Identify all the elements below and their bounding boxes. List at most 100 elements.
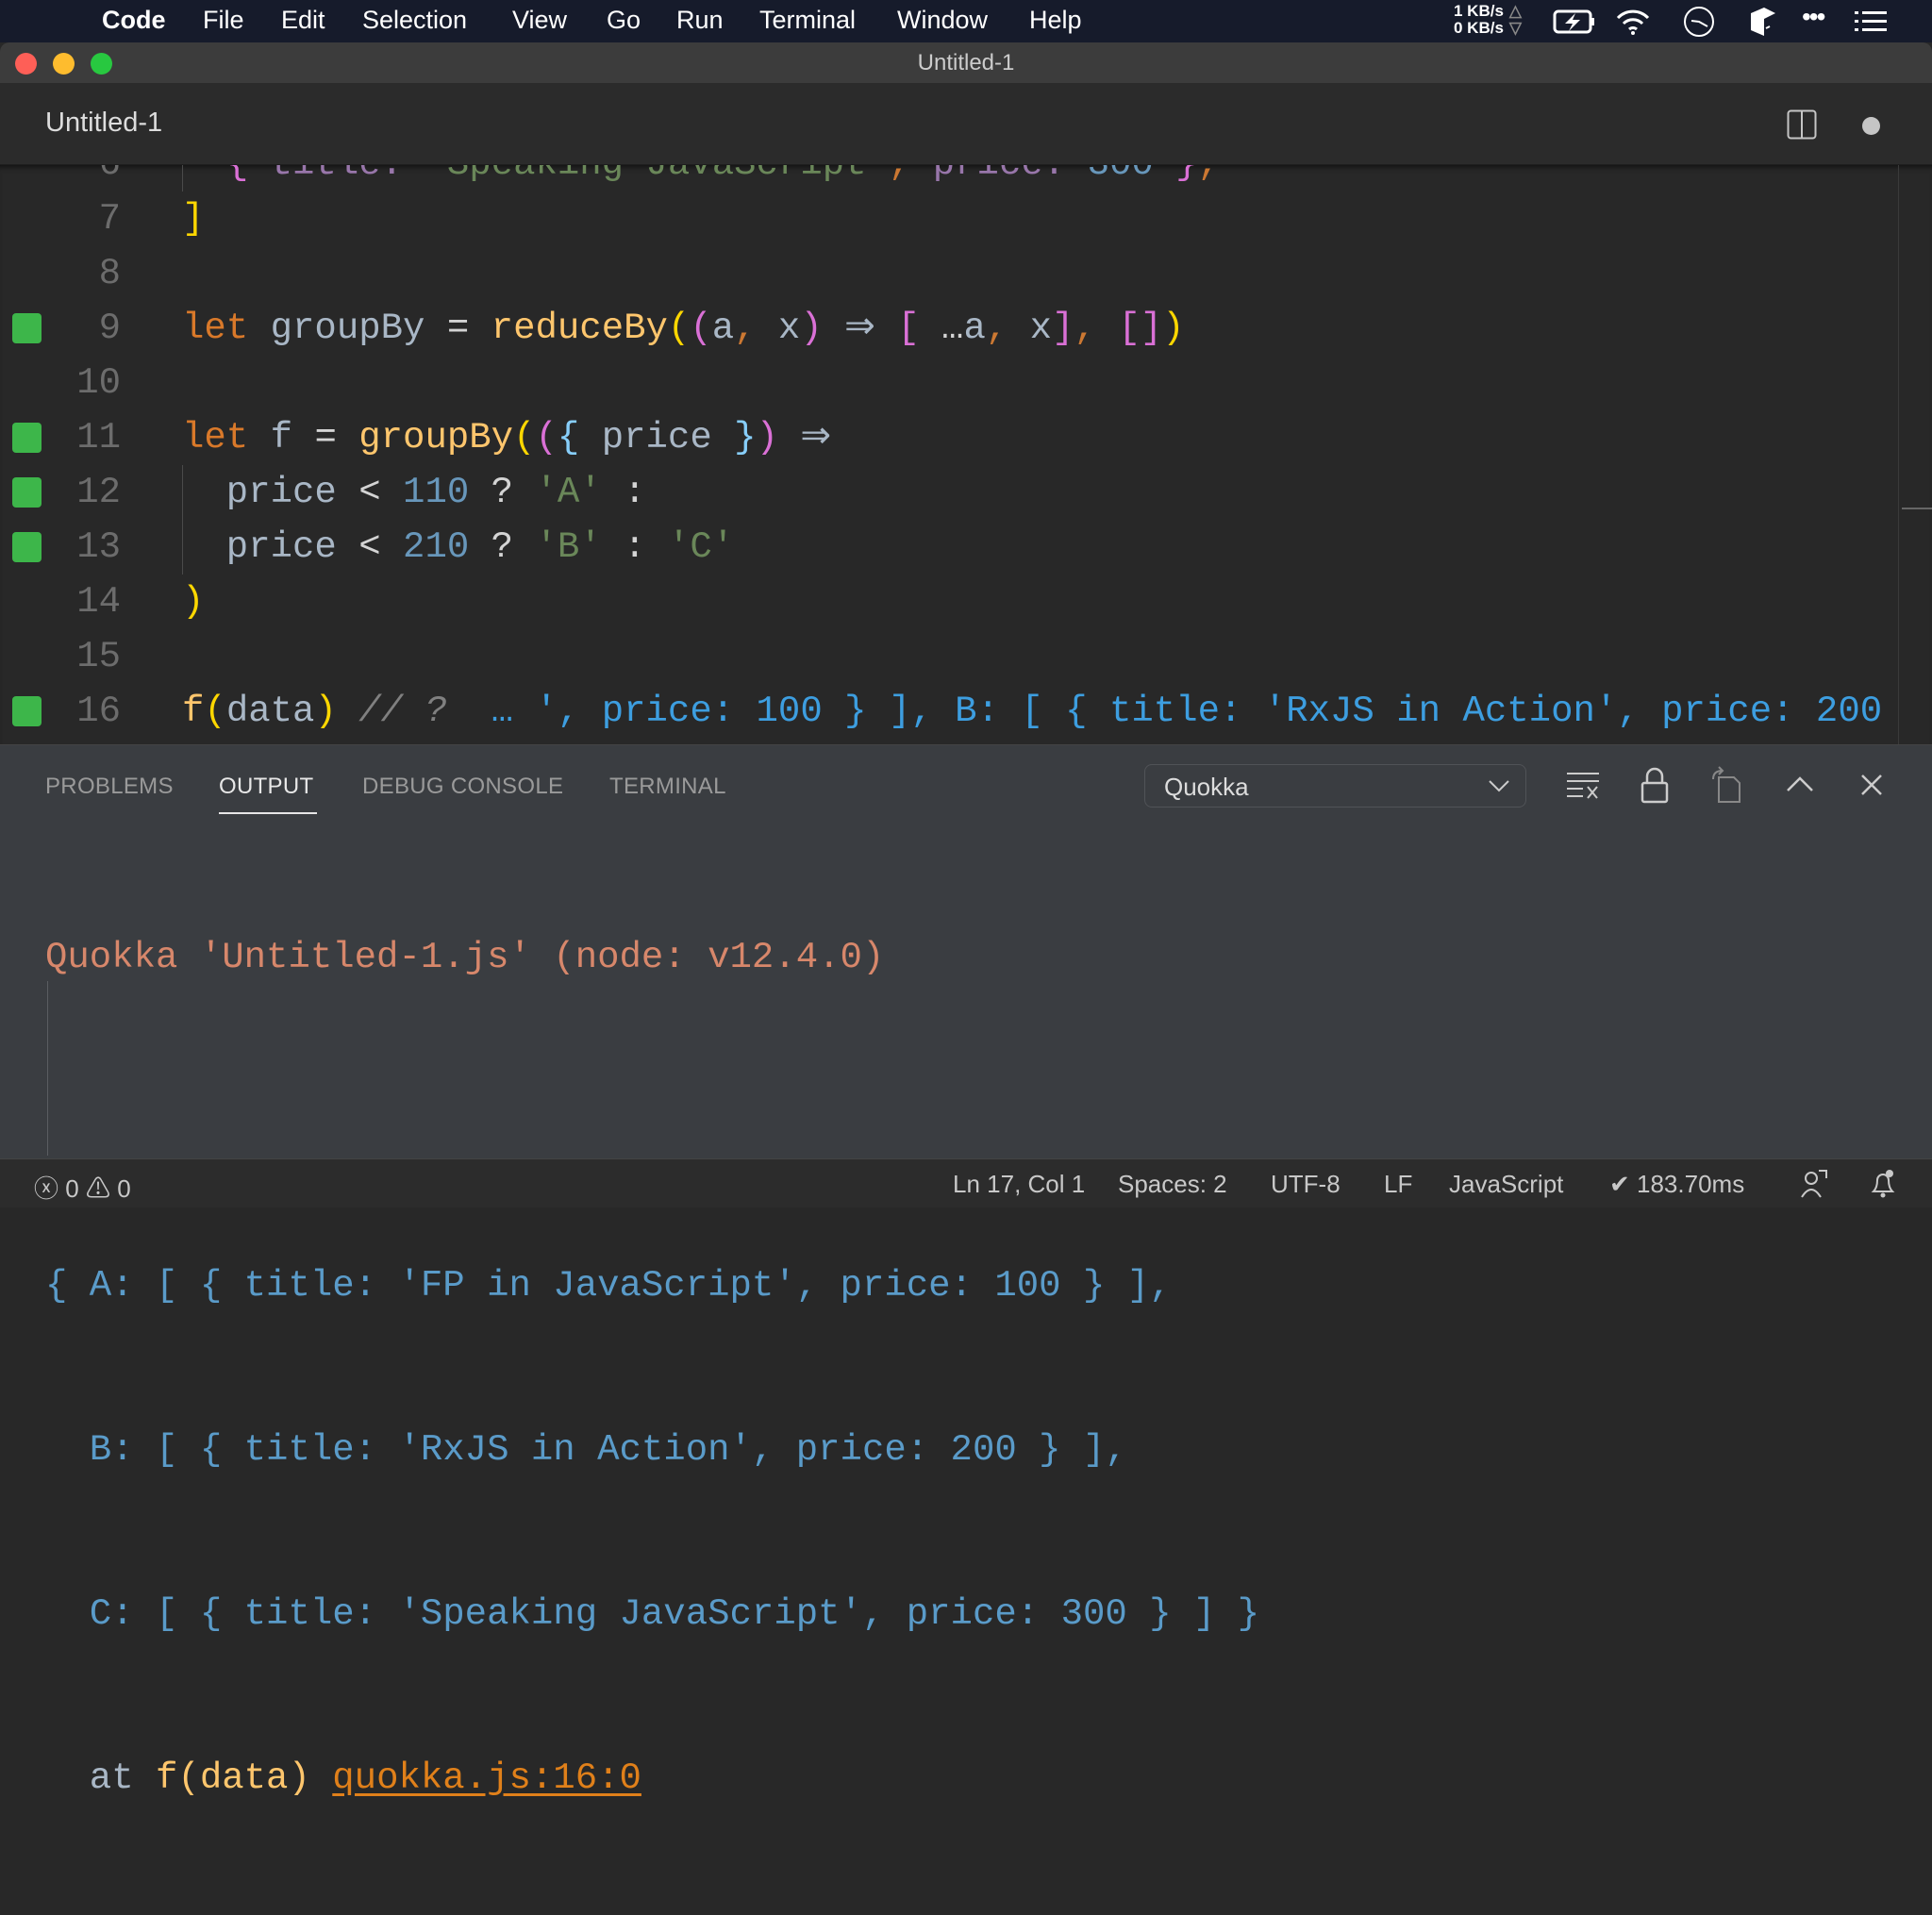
code-token: ] [182, 198, 205, 240]
indentation[interactable]: Spaces: 2 [1118, 1170, 1227, 1199]
source-location-link[interactable]: quokka.js:16:0 [332, 1757, 641, 1799]
code-line[interactable]: 14) [0, 574, 1932, 629]
open-output-file-icon[interactable] [1709, 766, 1747, 804]
more-icon[interactable]: ••• [1802, 2, 1825, 32]
code-line[interactable]: 13 price < 210 ? 'B' : 'C' [0, 520, 1932, 574]
quokka-timing[interactable]: ✔ 183.70ms [1609, 1170, 1744, 1199]
tab-output[interactable]: OUTPUT [219, 774, 313, 800]
code-line[interactable]: 8 [0, 246, 1932, 301]
active-tab-indicator [219, 812, 317, 814]
code-token: reduceBy [491, 308, 668, 349]
code-token: ( [513, 417, 536, 458]
output-line: { A: [ { title: 'FP in JavaScript', pric… [45, 1265, 1172, 1307]
editor-scrollbar[interactable] [1898, 165, 1899, 744]
feedback-person-icon[interactable] [1800, 1169, 1828, 1199]
end-of-line[interactable]: LF [1384, 1170, 1412, 1199]
notifications-bell-icon[interactable] [1870, 1169, 1896, 1199]
code-token: < [358, 472, 381, 513]
code-token: f [182, 691, 205, 732]
lock-icon[interactable] [1640, 766, 1677, 804]
menu-file[interactable]: File [203, 6, 244, 35]
menu-window[interactable]: Window [897, 6, 988, 35]
close-panel-icon[interactable] [1857, 766, 1894, 804]
line-number: 14 [76, 581, 121, 623]
code-line[interactable]: 10 [0, 356, 1932, 410]
code-editor[interactable]: 6 { title: 'Speaking JavaScript', price:… [0, 165, 1932, 744]
box-icon[interactable] [1749, 6, 1777, 38]
menu-go[interactable]: Go [607, 6, 641, 35]
code-line[interactable]: 12 price < 110 ? 'A' : [0, 465, 1932, 520]
window-title: Untitled-1 [917, 50, 1015, 75]
macos-menubar: Code File Edit Selection View Go Run Ter… [0, 0, 1932, 42]
wifi-icon[interactable] [1615, 8, 1651, 36]
output-at: at [45, 1757, 157, 1799]
encoding[interactable]: UTF-8 [1271, 1170, 1341, 1199]
output-channel-value: Quokka [1164, 773, 1249, 801]
list-icon[interactable] [1855, 11, 1889, 32]
code-line[interactable]: 11 let f = groupBy(({ price }) ⇒ [0, 410, 1932, 465]
menu-code[interactable]: Code [102, 6, 166, 35]
tab-debug-console[interactable]: DEBUG CONSOLE [362, 774, 563, 800]
code-token: … [919, 308, 964, 349]
code-token: 'A' [535, 472, 602, 513]
cursor-position[interactable]: Ln 17, Col 1 [953, 1170, 1085, 1199]
network-monitor[interactable]: 1 KB/s △ 0 KB/s ▽ [1454, 3, 1522, 37]
code-token: … ', price: 100 } ], B: [ { title: 'RxJS… [469, 691, 1883, 732]
code-token: ( [690, 308, 712, 349]
battery-charging-icon[interactable] [1553, 9, 1596, 34]
output-call: f(data) [156, 1757, 310, 1799]
code-token: a [963, 308, 986, 349]
code-token: , [1074, 308, 1096, 349]
code-token: ? [469, 472, 536, 513]
code-token: ) [182, 581, 205, 623]
code-text: price < 110 ? 'A' : [182, 465, 646, 520]
code-token: 110 [403, 472, 470, 513]
code-token: // ? [336, 691, 470, 732]
line-number: 7 [98, 198, 121, 240]
line-number: 16 [76, 691, 121, 732]
code-line[interactable]: 9 let groupBy = reduceBy((a, x) ⇒ [ …a, x… [0, 301, 1932, 356]
code-token: a [711, 308, 735, 349]
code-token: groupBy [248, 308, 447, 349]
error-count: 0 [65, 1174, 79, 1203]
output-content[interactable]: Quokka 'Untitled-1.js' (node: v12.4.0) {… [45, 821, 1259, 1915]
code-token: ) [1162, 308, 1185, 349]
code-line[interactable]: 7] [0, 192, 1932, 246]
code-token: price: [910, 165, 1087, 185]
unsaved-dot-icon[interactable] [1862, 117, 1880, 135]
code-token: : [601, 526, 668, 568]
clear-output-icon[interactable] [1564, 766, 1602, 804]
language-mode[interactable]: JavaScript [1449, 1170, 1563, 1199]
code-token: = [314, 417, 337, 458]
split-editor-icon[interactable] [1787, 109, 1817, 140]
line-number: 10 [76, 362, 121, 404]
code-line[interactable]: 6 { title: 'Speaking JavaScript', price:… [0, 165, 1932, 192]
problems-status[interactable]: ⓧ 0 ⚠ 0 [34, 1170, 131, 1205]
code-token: , [1198, 165, 1220, 185]
output-channel-select[interactable]: Quokka [1144, 764, 1526, 808]
code-text: ) [182, 574, 204, 629]
window-titlebar: Untitled-1 [0, 42, 1932, 83]
code-text: { title: 'Speaking JavaScript', price: 3… [182, 165, 1220, 192]
overview-ruler-marker [1902, 508, 1932, 509]
menu-selection[interactable]: Selection [362, 6, 467, 35]
code-line[interactable]: 15 [0, 629, 1932, 684]
menu-edit[interactable]: Edit [281, 6, 325, 35]
code-text: price < 210 ? 'B' : 'C' [182, 520, 734, 574]
tab-terminal[interactable]: TERMINAL [609, 774, 726, 800]
code-text: ] [182, 192, 204, 246]
menu-run[interactable]: Run [676, 6, 724, 35]
code-line[interactable]: 16 f(data) // ? … ', price: 100 } ], B: [… [0, 684, 1932, 739]
menu-view[interactable]: View [512, 6, 567, 35]
clock-icon[interactable] [1683, 6, 1715, 38]
menu-help[interactable]: Help [1029, 6, 1082, 35]
tab-untitled-1[interactable]: Untitled-1 [45, 108, 162, 139]
code-token: x [1008, 308, 1053, 349]
output-header: Quokka 'Untitled-1.js' (node: v12.4.0) [45, 937, 885, 978]
chevron-up-icon[interactable] [1785, 766, 1823, 804]
tab-problems[interactable]: PROBLEMS [45, 774, 174, 800]
code-token: price [579, 417, 735, 458]
menu-terminal[interactable]: Terminal [759, 6, 856, 35]
